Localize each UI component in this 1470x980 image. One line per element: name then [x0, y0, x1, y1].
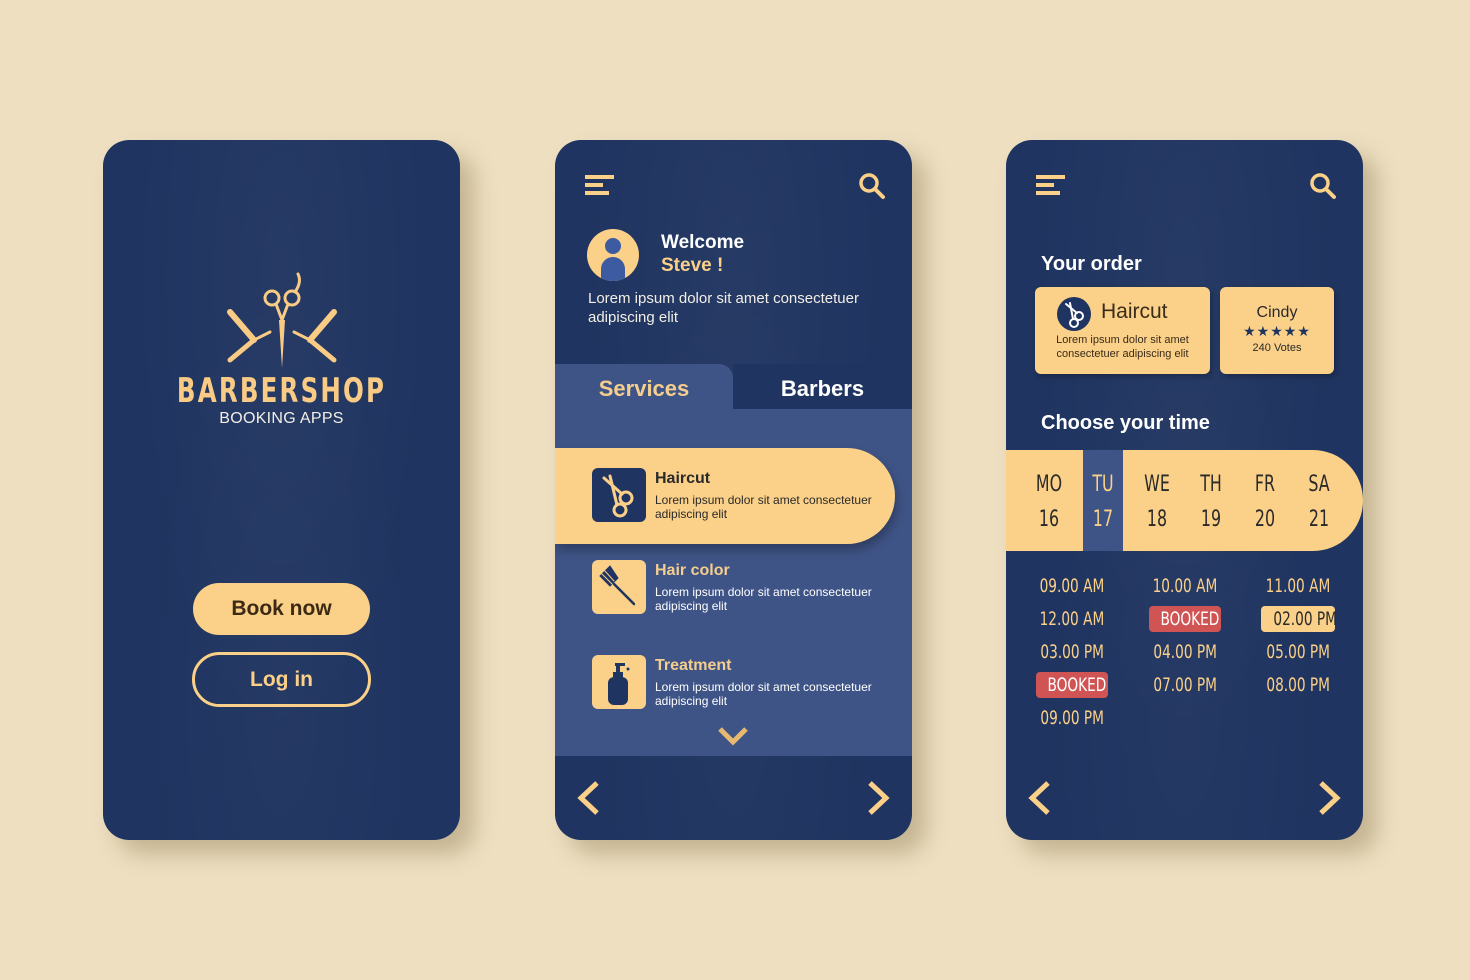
day-date: 17	[1092, 507, 1114, 532]
day-sa[interactable]: SA 21	[1299, 450, 1339, 551]
time-slot[interactable]: 10.00 AM	[1140, 573, 1230, 599]
scissors-icon	[592, 468, 646, 522]
order-card[interactable]: Haircut Lorem ipsum dolor sit amet conse…	[1035, 287, 1210, 374]
time-slot-label: 10.00 AM	[1152, 575, 1218, 597]
day-name: TU	[1092, 472, 1114, 497]
day-date: 18	[1146, 507, 1168, 532]
service-title: Treatment	[655, 657, 732, 674]
barber-name: Cindy	[1256, 304, 1298, 321]
book-now-button[interactable]: Book now	[193, 583, 370, 635]
time-slot[interactable]: 11.00 AM	[1253, 573, 1343, 599]
search-icon[interactable]	[1309, 172, 1337, 200]
time-slot-label: 04.00 PM	[1153, 641, 1217, 663]
barber-tools-icon	[226, 272, 337, 368]
service-desc: Lorem ipsum dolor sit amet consectetuer …	[655, 680, 872, 708]
tab-services[interactable]: Services	[555, 364, 733, 412]
service-title: Hair color	[655, 562, 730, 579]
time-slot-label: 05.00 PM	[1266, 641, 1330, 663]
time-slot-label: 03.00 PM	[1040, 641, 1104, 663]
avatar[interactable]	[587, 229, 639, 281]
intro-text: Lorem ipsum dolor sit amet consectetuer …	[588, 290, 859, 326]
day-selector: MO 16 TU 17 WE 18 TH 19 FR 20 SA 21	[1006, 450, 1363, 551]
day-th[interactable]: TH 19	[1191, 450, 1231, 551]
username: Steve !	[661, 255, 724, 276]
time-slot-label: BOOKED	[1160, 608, 1220, 630]
time-slot-label: 02.00 PM	[1273, 608, 1337, 630]
chevron-right-icon[interactable]	[866, 780, 892, 816]
service-item-hair-color[interactable]: Hair color Lorem ipsum dolor sit amet co…	[555, 540, 895, 636]
tab-barbers[interactable]: Barbers	[733, 364, 912, 410]
day-we[interactable]: WE 18	[1137, 450, 1177, 551]
time-slot[interactable]: 02.00 PM	[1261, 606, 1337, 632]
search-icon[interactable]	[858, 172, 886, 200]
home-screen: Welcome Steve ! Lorem ipsum dolor sit am…	[555, 140, 912, 840]
order-service: Haircut	[1101, 300, 1168, 323]
logo: BARBERSHOP BOOKING APPS	[103, 270, 460, 428]
time-heading: Choose your time	[1041, 412, 1210, 434]
pump-bottle-icon	[592, 655, 646, 709]
dye-brush-icon	[592, 560, 646, 614]
time-slot-booked: BOOKED	[1149, 606, 1221, 632]
chevron-down-icon[interactable]	[717, 725, 749, 747]
time-slot-label: 08.00 PM	[1266, 674, 1330, 696]
splash-screen: BARBERSHOP BOOKING APPS Book now Log in	[103, 140, 460, 840]
time-slot-label: 09.00 PM	[1040, 707, 1104, 729]
service-desc: Lorem ipsum dolor sit amet consectetuer …	[655, 493, 872, 521]
service-desc: Lorem ipsum dolor sit amet consectetuer …	[655, 585, 872, 613]
brand-subtitle: BOOKING APPS	[219, 410, 344, 427]
day-name: FR	[1254, 472, 1276, 497]
day-date: 20	[1254, 507, 1276, 532]
chevron-left-icon[interactable]	[575, 780, 601, 816]
day-name: SA	[1308, 472, 1330, 497]
order-desc: Lorem ipsum dolor sit amet consectetuer …	[1056, 334, 1189, 360]
booking-screen: Your order Haircut Lorem ipsum dolor sit…	[1006, 140, 1363, 840]
time-slot[interactable]: 04.00 PM	[1140, 639, 1230, 665]
service-item-haircut[interactable]: Haircut Lorem ipsum dolor sit amet conse…	[555, 448, 895, 544]
time-slot[interactable]: 05.00 PM	[1253, 639, 1343, 665]
order-heading: Your order	[1041, 253, 1142, 275]
login-button[interactable]: Log in	[192, 652, 371, 707]
vote-count: 240 Votes	[1252, 342, 1302, 354]
service-item-treatment[interactable]: Treatment Lorem ipsum dolor sit amet con…	[555, 635, 895, 731]
star-rating-icon: ★★★★★	[1243, 323, 1311, 339]
time-slot-label: 12.00 AM	[1039, 608, 1105, 630]
services-list: Haircut Lorem ipsum dolor sit amet conse…	[555, 409, 912, 756]
scissors-icon	[1057, 297, 1091, 331]
time-slot-label: 07.00 PM	[1153, 674, 1217, 696]
barber-card[interactable]: Cindy ★★★★★ 240 Votes	[1220, 287, 1334, 374]
service-title: Haircut	[655, 470, 711, 487]
menu-icon[interactable]	[1036, 175, 1066, 195]
day-date: 21	[1308, 507, 1330, 532]
chevron-left-icon[interactable]	[1026, 780, 1052, 816]
chevron-right-icon[interactable]	[1317, 780, 1343, 816]
day-date: 19	[1200, 507, 1222, 532]
time-slot[interactable]: 08.00 PM	[1253, 672, 1343, 698]
brand-title: BARBERSHOP	[176, 371, 387, 411]
time-slot[interactable]: 07.00 PM	[1140, 672, 1230, 698]
menu-icon[interactable]	[585, 175, 615, 195]
welcome-text: Welcome	[661, 232, 745, 253]
day-name: TH	[1200, 472, 1222, 497]
time-slot-label: 09.00 AM	[1039, 575, 1105, 597]
time-slot[interactable]: 12.00 AM	[1027, 606, 1117, 632]
time-slot-label: 11.00 AM	[1265, 575, 1331, 597]
time-slot[interactable]: 09.00 AM	[1027, 573, 1117, 599]
day-mo[interactable]: MO 16	[1029, 450, 1069, 551]
time-slot-booked: BOOKED	[1036, 672, 1108, 698]
day-name: WE	[1144, 472, 1170, 497]
day-tu[interactable]: TU 17	[1083, 450, 1123, 551]
day-fr[interactable]: FR 20	[1245, 450, 1285, 551]
time-slot[interactable]: 03.00 PM	[1027, 639, 1117, 665]
day-name: MO	[1035, 472, 1063, 497]
day-date: 16	[1038, 507, 1060, 532]
time-slot-label: BOOKED	[1047, 674, 1107, 696]
time-slot[interactable]: 09.00 PM	[1027, 705, 1117, 731]
